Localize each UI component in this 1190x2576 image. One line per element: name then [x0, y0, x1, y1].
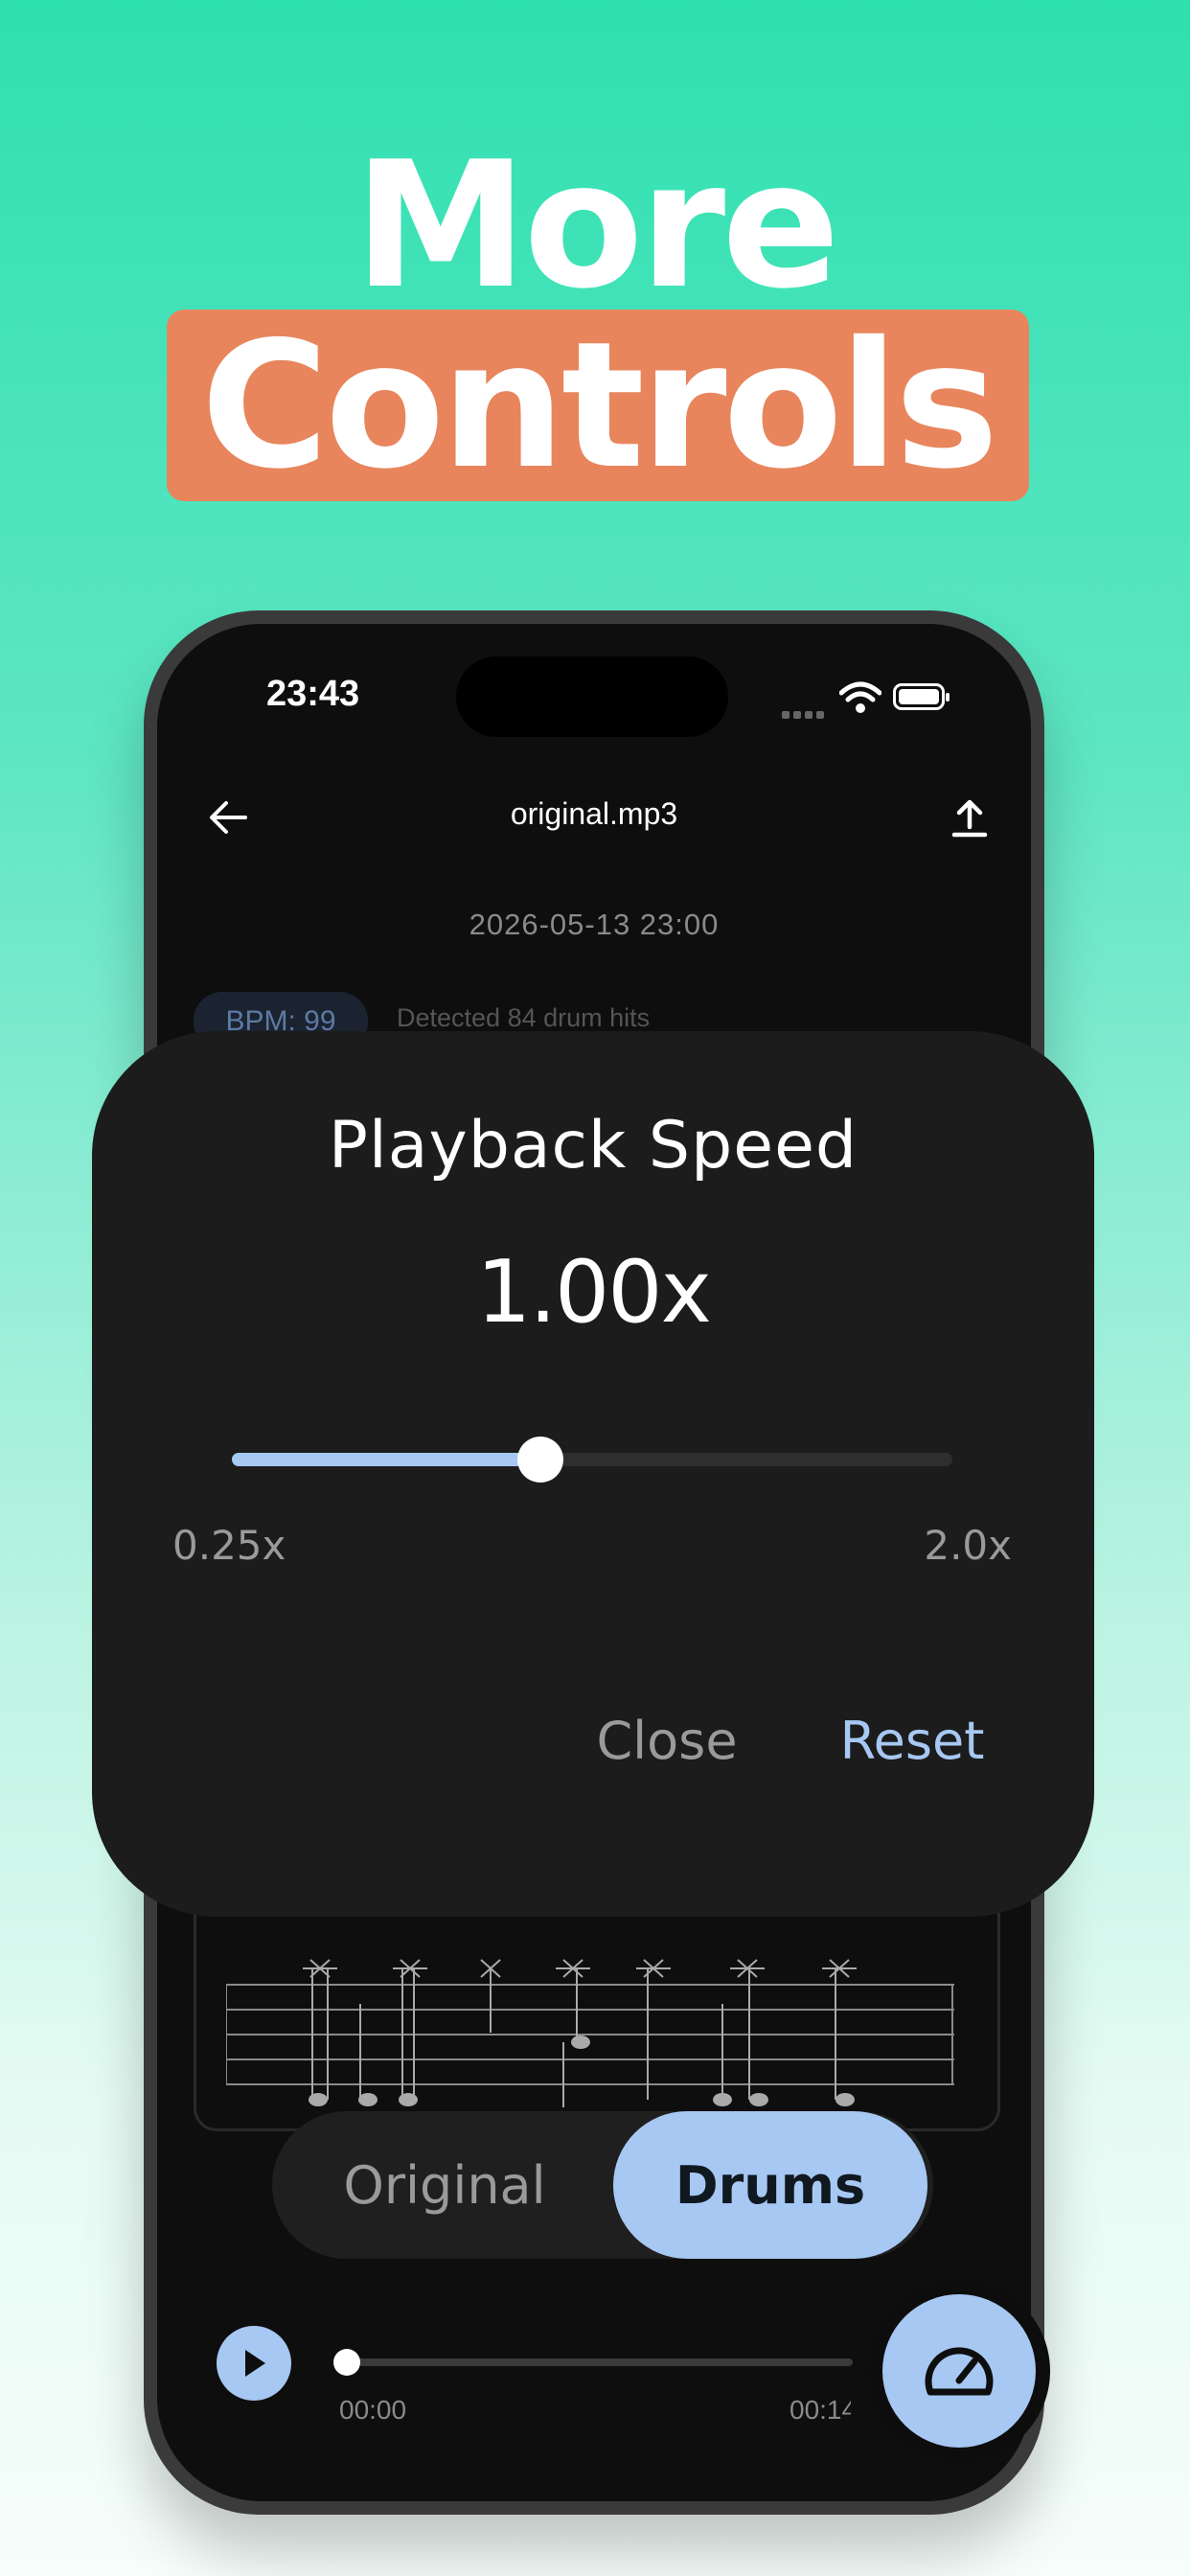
playback-speed-dialog: Playback Speed 1.00x 0.25x 2.0x Close Re… — [92, 1031, 1094, 1917]
dynamic-island — [456, 656, 728, 737]
close-button[interactable]: Close — [552, 1702, 782, 1779]
dialog-title: Playback Speed — [328, 1108, 858, 1184]
back-button[interactable] — [199, 789, 257, 846]
play-button[interactable] — [217, 2326, 291, 2401]
upload-icon — [951, 799, 988, 838]
file-title: original.mp3 — [510, 796, 678, 831]
seek-track[interactable] — [345, 2358, 853, 2366]
headline-line-2: Controls — [200, 304, 999, 507]
mode-drums-option[interactable]: Drums — [613, 2111, 927, 2259]
current-time: 00:00 — [339, 2395, 407, 2425]
speed-button[interactable] — [868, 2280, 1050, 2462]
wifi-icon — [838, 681, 882, 718]
signal-icon — [782, 704, 828, 723]
speed-value: 1.00x — [476, 1242, 712, 1343]
slider-min-label: 0.25x — [172, 1522, 286, 1569]
seek-thumb[interactable] — [333, 2349, 360, 2376]
battery-icon — [893, 683, 950, 710]
speed-slider-fill — [232, 1453, 541, 1466]
share-button[interactable] — [941, 789, 998, 846]
speedometer-icon — [925, 2347, 994, 2396]
mode-original-option[interactable]: Original — [272, 2111, 617, 2259]
play-icon — [245, 2350, 265, 2377]
headline-line-1: More — [354, 124, 839, 327]
status-time: 23:43 — [266, 674, 360, 714]
speed-button-circle — [882, 2294, 1036, 2448]
speed-slider[interactable] — [232, 1437, 952, 1483]
reset-button[interactable]: Reset — [807, 1702, 1018, 1779]
recording-date: 2026-05-13 23:00 — [469, 908, 720, 941]
arrow-left-icon — [210, 801, 247, 834]
total-time: 00:14 — [790, 2395, 851, 2425]
speed-slider-thumb[interactable] — [517, 1437, 564, 1483]
detected-hits-text: Detected 84 drum hits — [397, 1003, 651, 1032]
drum-notation — [226, 1959, 954, 2107]
slider-max-label: 2.0x — [924, 1522, 1012, 1569]
mode-toggle: Original Drums — [272, 2111, 933, 2259]
